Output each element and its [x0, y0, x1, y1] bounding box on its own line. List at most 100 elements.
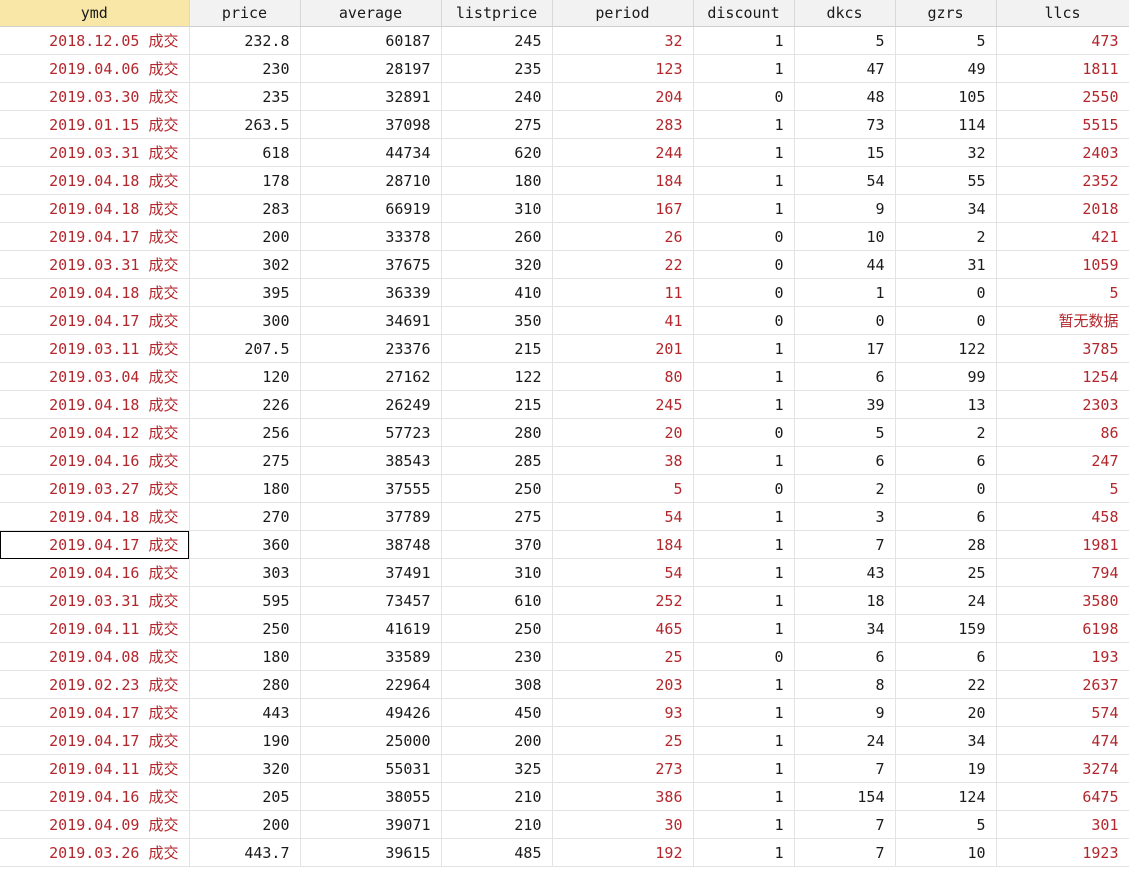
- cell-ymd[interactable]: 2019.03.31 成交: [0, 586, 190, 615]
- cell-dkcs[interactable]: 0: [794, 306, 896, 335]
- cell-ymd[interactable]: 2019.04.06 成交: [0, 54, 190, 83]
- cell-discount[interactable]: 1: [693, 586, 795, 615]
- column-header-ymd[interactable]: ymd: [0, 0, 190, 27]
- cell-price[interactable]: 280: [189, 670, 301, 699]
- cell-llcs[interactable]: 2403: [996, 138, 1129, 167]
- cell-average[interactable]: 49426: [300, 698, 442, 727]
- cell-dkcs[interactable]: 2: [794, 474, 896, 503]
- cell-gzrs[interactable]: 28: [895, 530, 997, 559]
- cell-discount[interactable]: 0: [693, 418, 795, 447]
- cell-dkcs[interactable]: 43: [794, 558, 896, 587]
- cell-ymd[interactable]: 2019.04.17 成交: [0, 530, 190, 559]
- cell-period[interactable]: 22: [552, 250, 694, 279]
- cell-price[interactable]: 275: [189, 446, 301, 475]
- cell-period[interactable]: 25: [552, 642, 694, 671]
- cell-ymd[interactable]: 2019.04.08 成交: [0, 642, 190, 671]
- cell-ymd[interactable]: 2019.04.11 成交: [0, 754, 190, 783]
- cell-dkcs[interactable]: 34: [794, 614, 896, 643]
- cell-discount[interactable]: 0: [693, 222, 795, 251]
- cell-average[interactable]: 28197: [300, 54, 442, 83]
- cell-gzrs[interactable]: 122: [895, 334, 997, 363]
- cell-listprice[interactable]: 410: [441, 278, 553, 307]
- column-header-price[interactable]: price: [189, 0, 301, 27]
- cell-discount[interactable]: 1: [693, 54, 795, 83]
- cell-discount[interactable]: 0: [693, 642, 795, 671]
- cell-price[interactable]: 270: [189, 502, 301, 531]
- cell-llcs[interactable]: 458: [996, 502, 1129, 531]
- cell-gzrs[interactable]: 99: [895, 362, 997, 391]
- cell-dkcs[interactable]: 7: [794, 838, 896, 867]
- cell-average[interactable]: 44734: [300, 138, 442, 167]
- cell-ymd[interactable]: 2019.03.11 成交: [0, 334, 190, 363]
- cell-discount[interactable]: 1: [693, 166, 795, 195]
- cell-ymd[interactable]: 2019.04.12 成交: [0, 418, 190, 447]
- cell-discount[interactable]: 0: [693, 306, 795, 335]
- cell-average[interactable]: 39615: [300, 838, 442, 867]
- cell-listprice[interactable]: 280: [441, 418, 553, 447]
- cell-dkcs[interactable]: 39: [794, 390, 896, 419]
- cell-llcs[interactable]: 574: [996, 698, 1129, 727]
- cell-gzrs[interactable]: 10: [895, 838, 997, 867]
- cell-ymd[interactable]: 2019.04.16 成交: [0, 558, 190, 587]
- cell-listprice[interactable]: 250: [441, 474, 553, 503]
- cell-listprice[interactable]: 210: [441, 782, 553, 811]
- cell-listprice[interactable]: 215: [441, 334, 553, 363]
- cell-price[interactable]: 263.5: [189, 110, 301, 139]
- cell-listprice[interactable]: 230: [441, 642, 553, 671]
- cell-discount[interactable]: 1: [693, 502, 795, 531]
- cell-llcs[interactable]: 5: [996, 474, 1129, 503]
- cell-discount[interactable]: 0: [693, 250, 795, 279]
- cell-average[interactable]: 55031: [300, 754, 442, 783]
- cell-gzrs[interactable]: 32: [895, 138, 997, 167]
- cell-llcs[interactable]: 1981: [996, 530, 1129, 559]
- cell-average[interactable]: 33589: [300, 642, 442, 671]
- cell-ymd[interactable]: 2018.12.05 成交: [0, 26, 190, 55]
- cell-period[interactable]: 244: [552, 138, 694, 167]
- cell-period[interactable]: 41: [552, 306, 694, 335]
- cell-dkcs[interactable]: 7: [794, 754, 896, 783]
- cell-llcs[interactable]: 3580: [996, 586, 1129, 615]
- cell-dkcs[interactable]: 24: [794, 726, 896, 755]
- cell-gzrs[interactable]: 31: [895, 250, 997, 279]
- cell-period[interactable]: 252: [552, 586, 694, 615]
- cell-listprice[interactable]: 308: [441, 670, 553, 699]
- cell-dkcs[interactable]: 47: [794, 54, 896, 83]
- cell-listprice[interactable]: 210: [441, 810, 553, 839]
- cell-average[interactable]: 60187: [300, 26, 442, 55]
- cell-listprice[interactable]: 320: [441, 250, 553, 279]
- cell-average[interactable]: 36339: [300, 278, 442, 307]
- cell-price[interactable]: 250: [189, 614, 301, 643]
- cell-ymd[interactable]: 2019.01.15 成交: [0, 110, 190, 139]
- column-header-period[interactable]: period: [552, 0, 694, 27]
- column-header-llcs[interactable]: llcs: [996, 0, 1129, 27]
- cell-llcs[interactable]: 3274: [996, 754, 1129, 783]
- cell-period[interactable]: 184: [552, 530, 694, 559]
- cell-ymd[interactable]: 2019.04.18 成交: [0, 278, 190, 307]
- cell-ymd[interactable]: 2019.04.17 成交: [0, 306, 190, 335]
- cell-llcs[interactable]: 5: [996, 278, 1129, 307]
- cell-llcs[interactable]: 5515: [996, 110, 1129, 139]
- cell-period[interactable]: 204: [552, 82, 694, 111]
- cell-average[interactable]: 37789: [300, 502, 442, 531]
- cell-dkcs[interactable]: 9: [794, 698, 896, 727]
- column-header-dkcs[interactable]: dkcs: [794, 0, 896, 27]
- cell-dkcs[interactable]: 8: [794, 670, 896, 699]
- cell-ymd[interactable]: 2019.04.09 成交: [0, 810, 190, 839]
- cell-dkcs[interactable]: 6: [794, 446, 896, 475]
- cell-average[interactable]: 37555: [300, 474, 442, 503]
- cell-price[interactable]: 178: [189, 166, 301, 195]
- cell-discount[interactable]: 1: [693, 754, 795, 783]
- cell-llcs[interactable]: 193: [996, 642, 1129, 671]
- cell-discount[interactable]: 1: [693, 810, 795, 839]
- cell-period[interactable]: 123: [552, 54, 694, 83]
- cell-price[interactable]: 200: [189, 810, 301, 839]
- cell-listprice[interactable]: 260: [441, 222, 553, 251]
- cell-average[interactable]: 73457: [300, 586, 442, 615]
- cell-average[interactable]: 32891: [300, 82, 442, 111]
- cell-gzrs[interactable]: 5: [895, 26, 997, 55]
- cell-average[interactable]: 33378: [300, 222, 442, 251]
- cell-period[interactable]: 54: [552, 558, 694, 587]
- cell-gzrs[interactable]: 34: [895, 726, 997, 755]
- cell-average[interactable]: 38748: [300, 530, 442, 559]
- column-header-average[interactable]: average: [300, 0, 442, 27]
